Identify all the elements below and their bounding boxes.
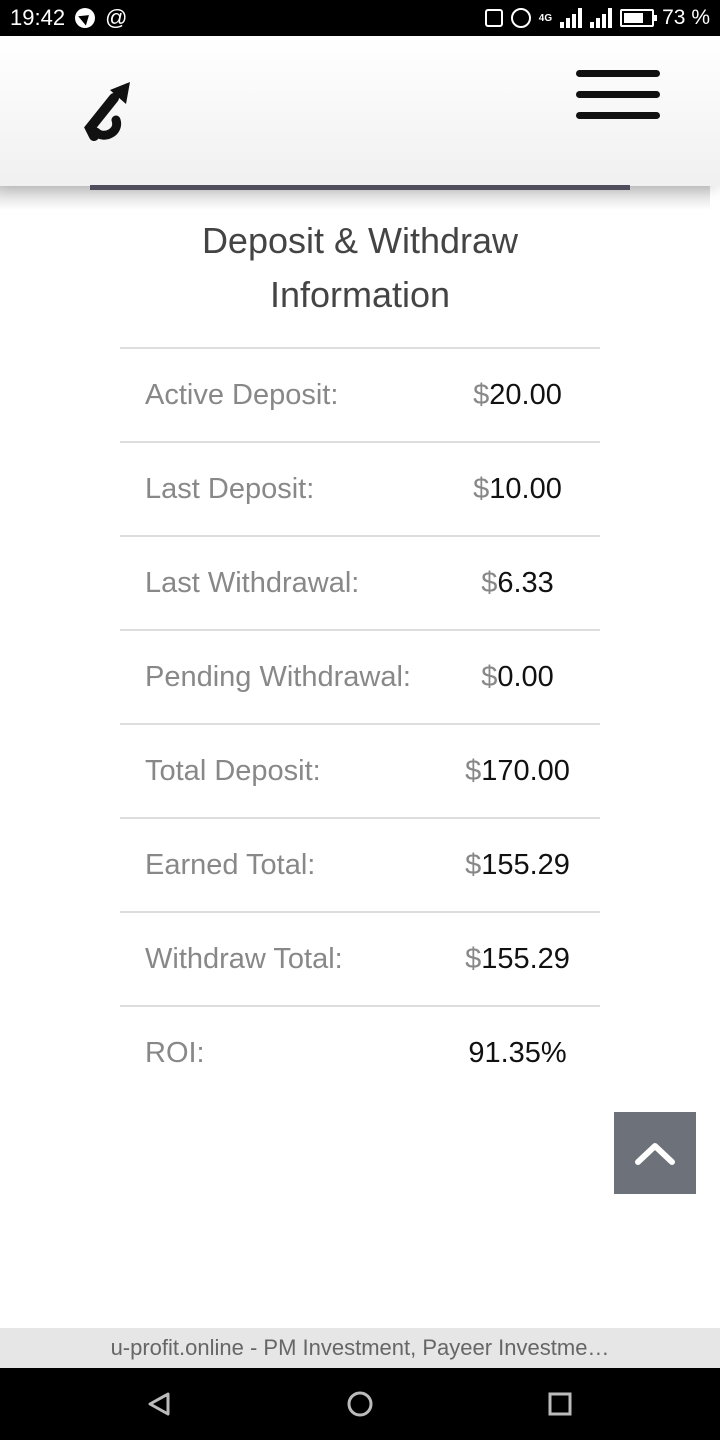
- hamburger-menu-icon[interactable]: [576, 70, 660, 122]
- scroll-to-top-button[interactable]: [614, 1112, 696, 1194]
- row-value: 91.35%: [468, 1036, 567, 1069]
- battery-icon: [620, 9, 658, 27]
- row-label: Active Deposit:: [145, 378, 339, 411]
- at-icon: @: [105, 5, 128, 30]
- recents-icon[interactable]: [540, 1388, 580, 1420]
- table-row: Last Withdrawal: $6.33: [120, 535, 600, 629]
- row-label: Last Withdrawal:: [145, 566, 360, 599]
- navigation-bar: [0, 1368, 720, 1440]
- section-title: Deposit & Withdraw Information: [0, 214, 720, 322]
- row-label: Last Deposit:: [145, 472, 315, 505]
- row-label: Withdraw Total:: [145, 942, 343, 975]
- table-row: ROI: 91.35%: [120, 1005, 600, 1099]
- table-row: Active Deposit: $20.00: [120, 347, 600, 441]
- table-row: Withdraw Total: $155.29: [120, 911, 600, 1005]
- battery-percent: 73 %: [662, 6, 710, 29]
- section-title-line1: Deposit & Withdraw: [201, 220, 519, 261]
- row-label: Earned Total:: [145, 848, 316, 881]
- chevron-up-icon: [635, 1143, 675, 1165]
- alarm-icon: [510, 8, 531, 28]
- row-value: $20.00: [473, 378, 562, 411]
- vibrate-icon: [484, 9, 503, 27]
- location-icon: [75, 8, 96, 28]
- row-label: Pending Withdrawal:: [145, 660, 411, 693]
- row-value: $170.00: [465, 754, 570, 787]
- info-table: Active Deposit: $20.00 Last Deposit: $10…: [120, 347, 600, 1099]
- table-row: Total Deposit: $170.00: [120, 723, 600, 817]
- row-value: $155.29: [465, 848, 570, 881]
- status-bar: 19:42 @ 4G 73 %: [0, 0, 720, 36]
- row-label: Total Deposit:: [145, 754, 321, 787]
- back-icon[interactable]: [140, 1388, 180, 1420]
- row-value: $10.00: [473, 472, 562, 505]
- header-divider: [90, 185, 630, 190]
- arrow-logo-icon[interactable]: [80, 76, 140, 146]
- row-value: $6.33: [481, 566, 554, 599]
- signal-icon-2: [590, 8, 613, 28]
- row-value: $0.00: [481, 660, 554, 693]
- site-header: [0, 36, 720, 186]
- status-time: 19:42: [10, 5, 66, 30]
- signal-icon: [560, 8, 583, 28]
- section-title-line2: Information: [269, 274, 451, 315]
- row-value: $155.29: [465, 942, 570, 975]
- home-icon[interactable]: [340, 1388, 380, 1420]
- table-row: Pending Withdrawal: $0.00: [120, 629, 600, 723]
- row-label: ROI:: [145, 1036, 205, 1069]
- table-row: Earned Total: $155.29: [120, 817, 600, 911]
- table-row: Last Deposit: $10.00: [120, 441, 600, 535]
- url-bar[interactable]: u-profit.online - PM Investment, Payeer …: [0, 1328, 720, 1368]
- network-type: 4G: [538, 12, 553, 24]
